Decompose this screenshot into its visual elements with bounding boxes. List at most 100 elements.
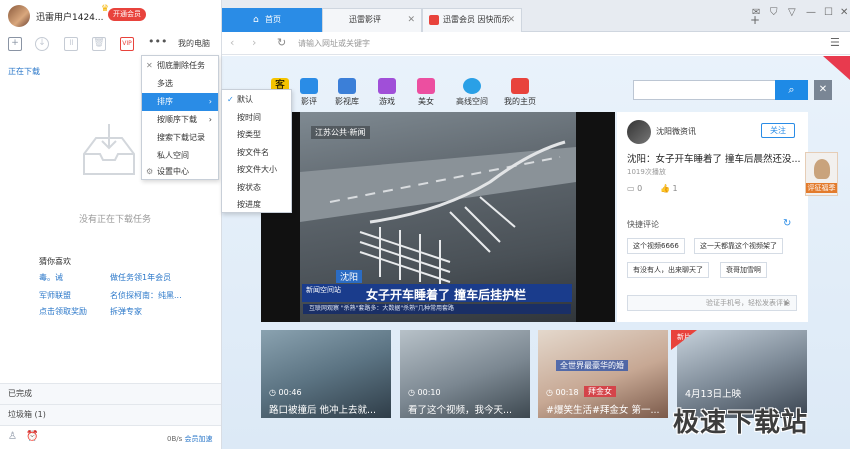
search-button[interactable]: ⌕ — [775, 80, 808, 100]
nav-item-beauty[interactable]: 美女 — [406, 78, 446, 107]
verify-text: 验证手机号，轻松发表评论 — [706, 299, 790, 307]
recommend-link[interactable]: 军师联盟 — [39, 290, 71, 301]
vip-icon[interactable]: VIP — [120, 37, 134, 51]
comment-tag[interactable]: 有没有人，出来聊天了 — [627, 262, 709, 278]
recommend-link[interactable]: 点击领取奖励 — [39, 306, 87, 317]
recommend-link[interactable]: 名侦探柯南：纯黑... — [110, 290, 182, 301]
more-icon[interactable]: ••• — [148, 35, 167, 48]
recommend-link[interactable]: 拆弹专家 — [110, 306, 142, 317]
accelerate-link[interactable]: 会员加速 — [185, 435, 213, 443]
alarm-icon[interactable]: ⏰ — [26, 431, 38, 442]
vip-button[interactable]: 开通会员 — [108, 8, 146, 21]
menu-label: 按文件名 — [237, 147, 269, 157]
tab-vip[interactable]: 迅雷会员 因快而乐 ✕ — [422, 8, 522, 32]
menu-label: 按文件大小 — [237, 165, 277, 174]
nav-label: 影视库 — [335, 97, 359, 106]
like-stat[interactable]: 👍 1 — [660, 184, 678, 193]
maximize-icon[interactable]: ☐ — [824, 7, 833, 18]
gear-icon: ⚙ — [146, 167, 154, 176]
start-icon[interactable]: ↓ — [35, 37, 49, 51]
menu-item-sort[interactable]: 排序 › — [142, 93, 218, 111]
video-player[interactable]: 江苏公共·新闻 沈阳 新闻空间站 女子开车睡着了 撞车后挂护栏 互联网观察 "杀… — [261, 112, 615, 322]
my-computer[interactable]: 我的电脑 — [178, 38, 210, 49]
skin-icon[interactable]: ⛉ — [770, 7, 778, 18]
menu-item-multiselect[interactable]: 多选 — [142, 75, 218, 93]
tab-label: 迅雷会员 因快而乐 — [443, 15, 510, 24]
sort-item-size[interactable]: 按文件大小 — [222, 161, 291, 179]
completed-section[interactable]: 已完成 — [0, 383, 221, 404]
url-input[interactable]: 请输入网址或关键字 — [298, 37, 798, 51]
nav-item-library[interactable]: 影视库 — [327, 78, 367, 107]
thumb-duration: ◷ 00:46 — [269, 388, 302, 397]
nav-label: 我的主页 — [504, 97, 536, 106]
menu-item-order[interactable]: 按顺序下载 › — [142, 111, 218, 129]
video-headline[interactable]: 沈阳：女子开车睡着了 撞车后晨然还没... — [627, 151, 802, 165]
video-info-card — [617, 112, 808, 322]
watermark: 极速下载站 — [673, 408, 809, 438]
promo-banner[interactable]: 评征福季 — [805, 152, 838, 196]
nav-item-games[interactable]: 游戏 — [367, 78, 407, 107]
nav-item-homepage[interactable]: 我的主页 — [500, 78, 540, 107]
recommend-link[interactable]: 做任务领1年会员 — [110, 272, 171, 283]
follow-button[interactable]: 关注 — [761, 123, 795, 138]
close-icon[interactable]: ✕ — [507, 9, 515, 31]
new-task-icon[interactable]: + — [8, 37, 22, 51]
trash-section[interactable]: 垃圾箱 (1) — [0, 404, 221, 425]
sort-submenu: ✓ 默认 按时间 按类型 按文件名 按文件大小 按状态 按进度 — [221, 89, 292, 213]
close-icon[interactable]: ✕ — [407, 9, 415, 31]
close-search-button[interactable]: ✕ — [814, 80, 832, 100]
menu-icon[interactable]: ▽ — [788, 7, 796, 18]
avatar[interactable] — [8, 5, 30, 27]
tab-review[interactable]: 迅雷影评 ✕ — [322, 8, 422, 32]
menu-label: 设置中心 — [157, 167, 189, 176]
sort-item-progress[interactable]: 按进度 — [222, 196, 291, 214]
forward-icon[interactable]: › — [252, 36, 256, 49]
menu-item-delete[interactable]: ✕ 彻底删除任务 — [142, 57, 218, 75]
tab-label: 迅雷影评 — [349, 15, 381, 24]
sort-item-status[interactable]: 按状态 — [222, 179, 291, 197]
minimize-icon[interactable]: — — [806, 7, 816, 18]
delete-icon[interactable]: 🗑 — [92, 37, 106, 51]
video-thumb[interactable]: 全世界最豪华的婚 拜金女 ◷ 00:18 #爆笑生活#拜金女 第一... — [538, 330, 668, 418]
pause-icon[interactable]: ॥ — [64, 37, 78, 51]
browser-tab-bar: ⌂ 首页 迅雷影评 ✕ 迅雷会员 因快而乐 ✕ + ✉ ⛉ ▽ — ☐ ✕ — [222, 0, 850, 32]
comment-stat[interactable]: ▭ 0 — [627, 184, 642, 193]
menu-item-search-history[interactable]: 搜索下载记录 — [142, 129, 218, 147]
sort-item-type[interactable]: 按类型 — [222, 126, 291, 144]
downloading-section[interactable]: 正在下载 — [8, 66, 40, 77]
nav-item-review[interactable]: 影评 — [289, 78, 329, 107]
menu-item-settings[interactable]: ⚙ 设置中心 — [142, 163, 218, 181]
menu-label: 按进度 — [237, 200, 261, 209]
video-thumb[interactable]: ◷ 00:46 路口被撞后 他冲上去就... — [261, 330, 391, 418]
thumb-caption: #爆笑生活#拜金女 第一... — [546, 405, 660, 416]
sort-item-default[interactable]: ✓ 默认 — [222, 91, 291, 109]
sort-item-name[interactable]: 按文件名 — [222, 144, 291, 162]
list-icon[interactable]: ☰ — [830, 36, 840, 49]
user-icon[interactable]: ♙ — [8, 431, 17, 442]
close-window-icon[interactable]: ✕ — [840, 7, 848, 18]
menu-label: 排序 — [157, 97, 173, 106]
comment-tag[interactable]: 衰哥加雪啊 — [720, 262, 767, 278]
tab-home[interactable]: ⌂ 首页 — [222, 8, 322, 32]
comment-tag[interactable]: 这一天都靠这个视频架了 — [694, 238, 783, 254]
recommend-link[interactable]: 毒。诫 — [39, 272, 63, 283]
mail-icon[interactable]: ✉ — [752, 7, 760, 18]
user-name[interactable]: 迅雷用户1424... — [36, 10, 104, 23]
menu-label: 私人空间 — [157, 151, 189, 160]
sort-item-time[interactable]: 按时间 — [222, 109, 291, 127]
video-title: 女子开车睡着了 撞车后挂护栏 — [366, 288, 527, 302]
close-icon: ✕ — [146, 61, 153, 70]
account-name[interactable]: 沈阳微资讯 — [656, 126, 696, 137]
verify-phone-bar[interactable]: 验证手机号，轻松发表评论 ▶ — [627, 295, 797, 311]
thumb-caption: 看了这个视频，我今天... — [408, 405, 513, 416]
refresh-comments-icon[interactable]: ↻ — [783, 218, 791, 229]
account-avatar[interactable] — [627, 120, 651, 144]
play-count: 1019次播放 — [627, 168, 666, 176]
refresh-icon[interactable]: ↻ — [277, 36, 286, 49]
menu-label: 搜索下载记录 — [157, 133, 205, 142]
menu-label: 按时间 — [237, 112, 261, 122]
back-icon[interactable]: ‹ — [230, 36, 234, 49]
comment-tag[interactable]: 这个视频6666 — [627, 238, 685, 254]
video-thumb[interactable]: ◷ 00:10 看了这个视频，我今天... — [400, 330, 530, 418]
nav-item-space[interactable]: 高线空间 — [452, 78, 492, 107]
